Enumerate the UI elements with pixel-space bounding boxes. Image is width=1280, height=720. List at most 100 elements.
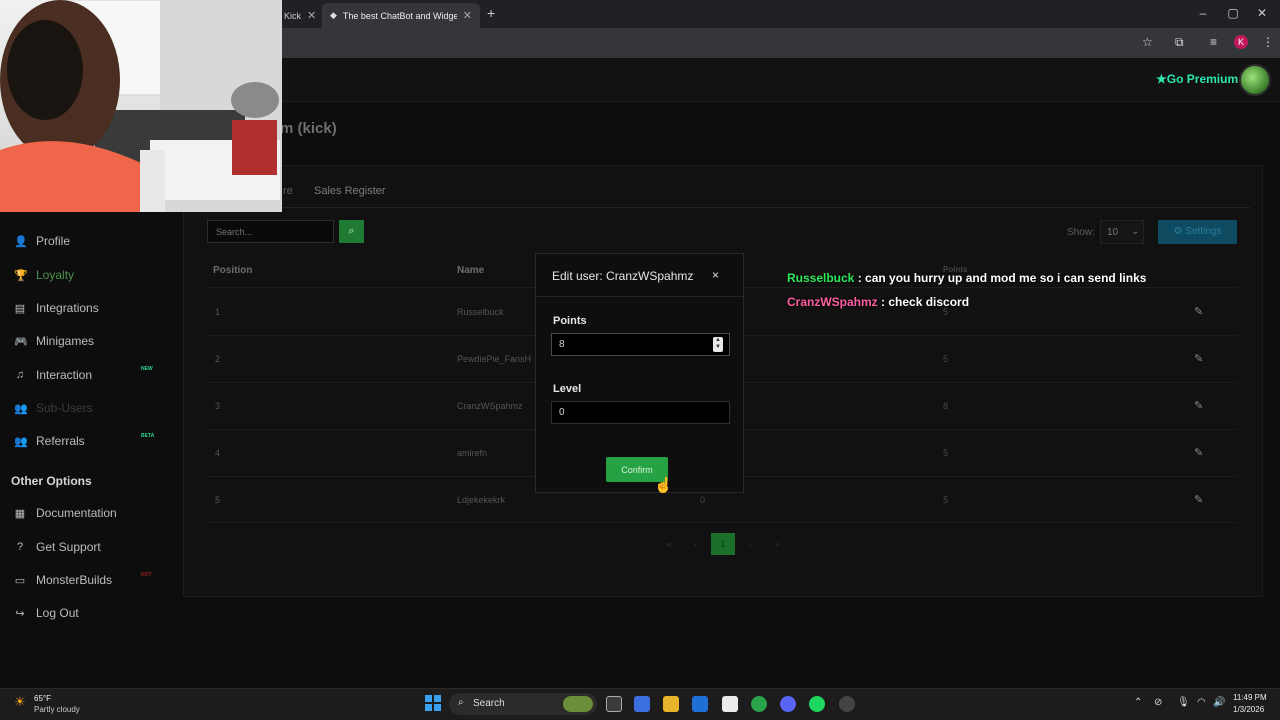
- sidebar-item-profile[interactable]: 👤 Profile: [14, 234, 70, 248]
- menu-icon[interactable]: ⋮: [1262, 35, 1274, 49]
- sidebar-item-interaction[interactable]: ♫ Interaction: [14, 368, 92, 382]
- row-name: CranzWSpahmz: [457, 401, 523, 411]
- minimize-icon[interactable]: –: [1193, 6, 1213, 20]
- music-icon: ♫: [15, 369, 25, 381]
- pagination-first[interactable]: «: [657, 533, 681, 555]
- level-label: Level: [553, 383, 582, 395]
- chevron-up-icon[interactable]: ⌃: [1134, 697, 1142, 708]
- hand-cursor-icon: ☝: [654, 477, 673, 494]
- weather-temp[interactable]: 65°F: [34, 694, 51, 703]
- row-name: Ldjekekekrk: [457, 495, 506, 505]
- row-position: 4: [215, 448, 221, 458]
- widget-icon[interactable]: [563, 696, 593, 712]
- tray-icon[interactable]: ⊘: [1154, 697, 1162, 708]
- close-icon[interactable]: ✕: [463, 9, 472, 22]
- user-avatar[interactable]: [1239, 64, 1271, 96]
- row-position: 3: [215, 401, 221, 411]
- pagination-next[interactable]: ›: [738, 533, 762, 555]
- wifi-icon[interactable]: ◠: [1197, 697, 1206, 708]
- spotify-icon[interactable]: [809, 696, 825, 712]
- page-size-select[interactable]: 10 ⌄: [1100, 220, 1144, 244]
- column-header-name[interactable]: Name: [457, 265, 484, 276]
- show-label: Show:: [1067, 227, 1095, 238]
- task-view-icon[interactable]: [606, 696, 622, 712]
- number-stepper[interactable]: ▲ ▼: [713, 337, 723, 352]
- row-position: 2: [215, 354, 221, 364]
- microphone-icon[interactable]: 🎙: [1177, 697, 1190, 708]
- pencil-icon[interactable]: ✎: [1194, 399, 1203, 412]
- search-icon: ⌕: [348, 225, 355, 237]
- sidebar-item-integrations[interactable]: ▤ Integrations: [14, 301, 99, 315]
- profile-avatar[interactable]: K: [1234, 35, 1248, 49]
- go-premium-link[interactable]: ★Go Premium: [1156, 72, 1238, 86]
- tab-store[interactable]: re: [283, 185, 293, 197]
- browser-tab-kick[interactable]: Kick ✕: [276, 3, 324, 28]
- pencil-icon[interactable]: ✎: [1194, 493, 1203, 506]
- row-position: 5: [215, 495, 221, 505]
- chat-username: Russelbuck: [787, 271, 855, 285]
- extensions-icon[interactable]: ⧉: [1175, 35, 1184, 50]
- copilot-icon[interactable]: [634, 696, 650, 712]
- app-icon[interactable]: [839, 696, 855, 712]
- sidebar-item-get-support[interactable]: ? Get Support: [14, 540, 101, 554]
- star-icon: ★: [1156, 72, 1167, 86]
- search-button[interactable]: ⌕: [339, 220, 364, 243]
- new-tab-button[interactable]: +: [487, 5, 495, 21]
- modal-title: Edit user: CranzWSpahmz: [552, 269, 694, 283]
- sidebar-item-documentation[interactable]: ▦ Documentation: [14, 506, 117, 520]
- start-button[interactable]: [425, 695, 442, 712]
- row-divider: [207, 522, 1237, 523]
- pagination-page-1[interactable]: 1: [711, 533, 735, 555]
- hot-badge: HOT: [141, 572, 152, 578]
- tab-title: Kick: [284, 10, 302, 21]
- window-close-icon[interactable]: ✕: [1252, 6, 1272, 20]
- outlook-icon[interactable]: [692, 696, 708, 712]
- level-input[interactable]: [551, 401, 730, 424]
- column-header-position[interactable]: Position: [213, 265, 252, 276]
- weather-desc[interactable]: Partly cloudy: [34, 705, 80, 714]
- sidebar-item-minigames[interactable]: 🎮 Minigames: [14, 334, 94, 348]
- pagination-prev[interactable]: ‹: [684, 533, 708, 555]
- store-icon[interactable]: [722, 696, 738, 712]
- settings-button[interactable]: ⚙ Settings: [1158, 220, 1237, 244]
- maximize-icon[interactable]: ▢: [1223, 6, 1243, 20]
- volume-icon[interactable]: 🔊: [1213, 697, 1225, 708]
- gamepad-icon: 🎮: [14, 335, 28, 348]
- media-icon[interactable]: ≡: [1210, 35, 1217, 49]
- file-explorer-icon[interactable]: [663, 696, 679, 712]
- clock-date[interactable]: 1/3/2026: [1233, 705, 1264, 714]
- pencil-icon[interactable]: ✎: [1194, 446, 1203, 459]
- tab-sales-register[interactable]: Sales Register: [314, 185, 386, 197]
- tab-divider: [195, 207, 1250, 208]
- clock-time[interactable]: 11:49 PM: [1233, 693, 1267, 702]
- pencil-icon[interactable]: ✎: [1194, 352, 1203, 365]
- pagination-last[interactable]: »: [765, 533, 789, 555]
- chat-message: CranzWSpahmz : check discord: [787, 295, 969, 309]
- pencil-icon[interactable]: ✎: [1194, 305, 1203, 318]
- chrome-icon[interactable]: [751, 696, 767, 712]
- row-points: 5: [943, 354, 949, 364]
- search-icon: ⌕: [458, 697, 464, 708]
- book-icon: ▦: [14, 507, 26, 520]
- points-input[interactable]: [551, 333, 730, 356]
- sidebar-item-monsterbuilds[interactable]: ▭ MonsterBuilds: [14, 573, 112, 587]
- close-icon[interactable]: ✕: [307, 9, 316, 22]
- users-icon: 👥: [14, 435, 28, 448]
- search-input[interactable]: [207, 220, 334, 243]
- discord-icon[interactable]: [780, 696, 796, 712]
- sidebar-item-loyalty[interactable]: 🏆 Loyalty: [14, 268, 74, 282]
- sidebar-item-referrals[interactable]: 👥 Referrals: [14, 434, 85, 448]
- browser-tab-chatbot[interactable]: ◆ The best ChatBot and Widgets f ✕: [322, 3, 480, 28]
- weather-icon[interactable]: ☀: [14, 694, 26, 710]
- other-options-heading: Other Options: [11, 474, 92, 488]
- points-label: Points: [553, 315, 587, 327]
- chat-username: CranzWSpahmz: [787, 295, 878, 309]
- trophy-icon: 🏆: [14, 269, 28, 282]
- sidebar-item-sub-users[interactable]: 👥 Sub-Users: [14, 401, 93, 415]
- chat-text: : check discord: [877, 295, 970, 309]
- tab-title: The best ChatBot and Widgets f: [342, 10, 457, 21]
- bookmark-star-icon[interactable]: ☆: [1142, 35, 1153, 49]
- close-icon[interactable]: ×: [712, 268, 719, 282]
- sidebar-item-log-out[interactable]: ↪ Log Out: [14, 606, 78, 620]
- webcam-overlay: [0, 0, 282, 212]
